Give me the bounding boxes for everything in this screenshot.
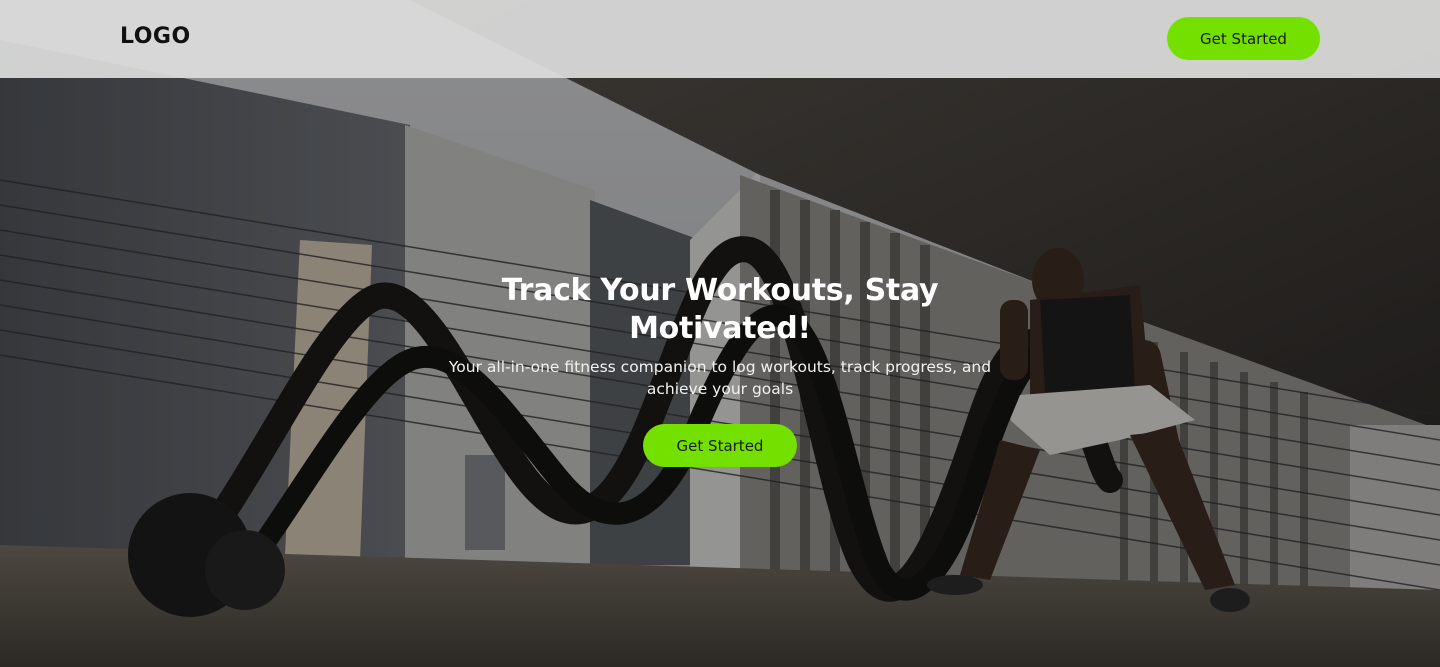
header-get-started-button[interactable]: Get Started [1167,17,1320,60]
landing-page: LOGO Get Started Track Your Workouts, St… [0,0,1440,667]
site-header: LOGO Get Started [0,0,1440,78]
hero-title: Track Your Workouts, Stay Motivated! [501,273,939,346]
hero-get-started-button[interactable]: Get Started [643,424,797,467]
logo[interactable]: LOGO [120,24,191,49]
hero-content: Track Your Workouts, Stay Motivated! You… [420,272,1020,467]
hero-subtitle: Your all-in-one fitness companion to log… [448,358,992,398]
